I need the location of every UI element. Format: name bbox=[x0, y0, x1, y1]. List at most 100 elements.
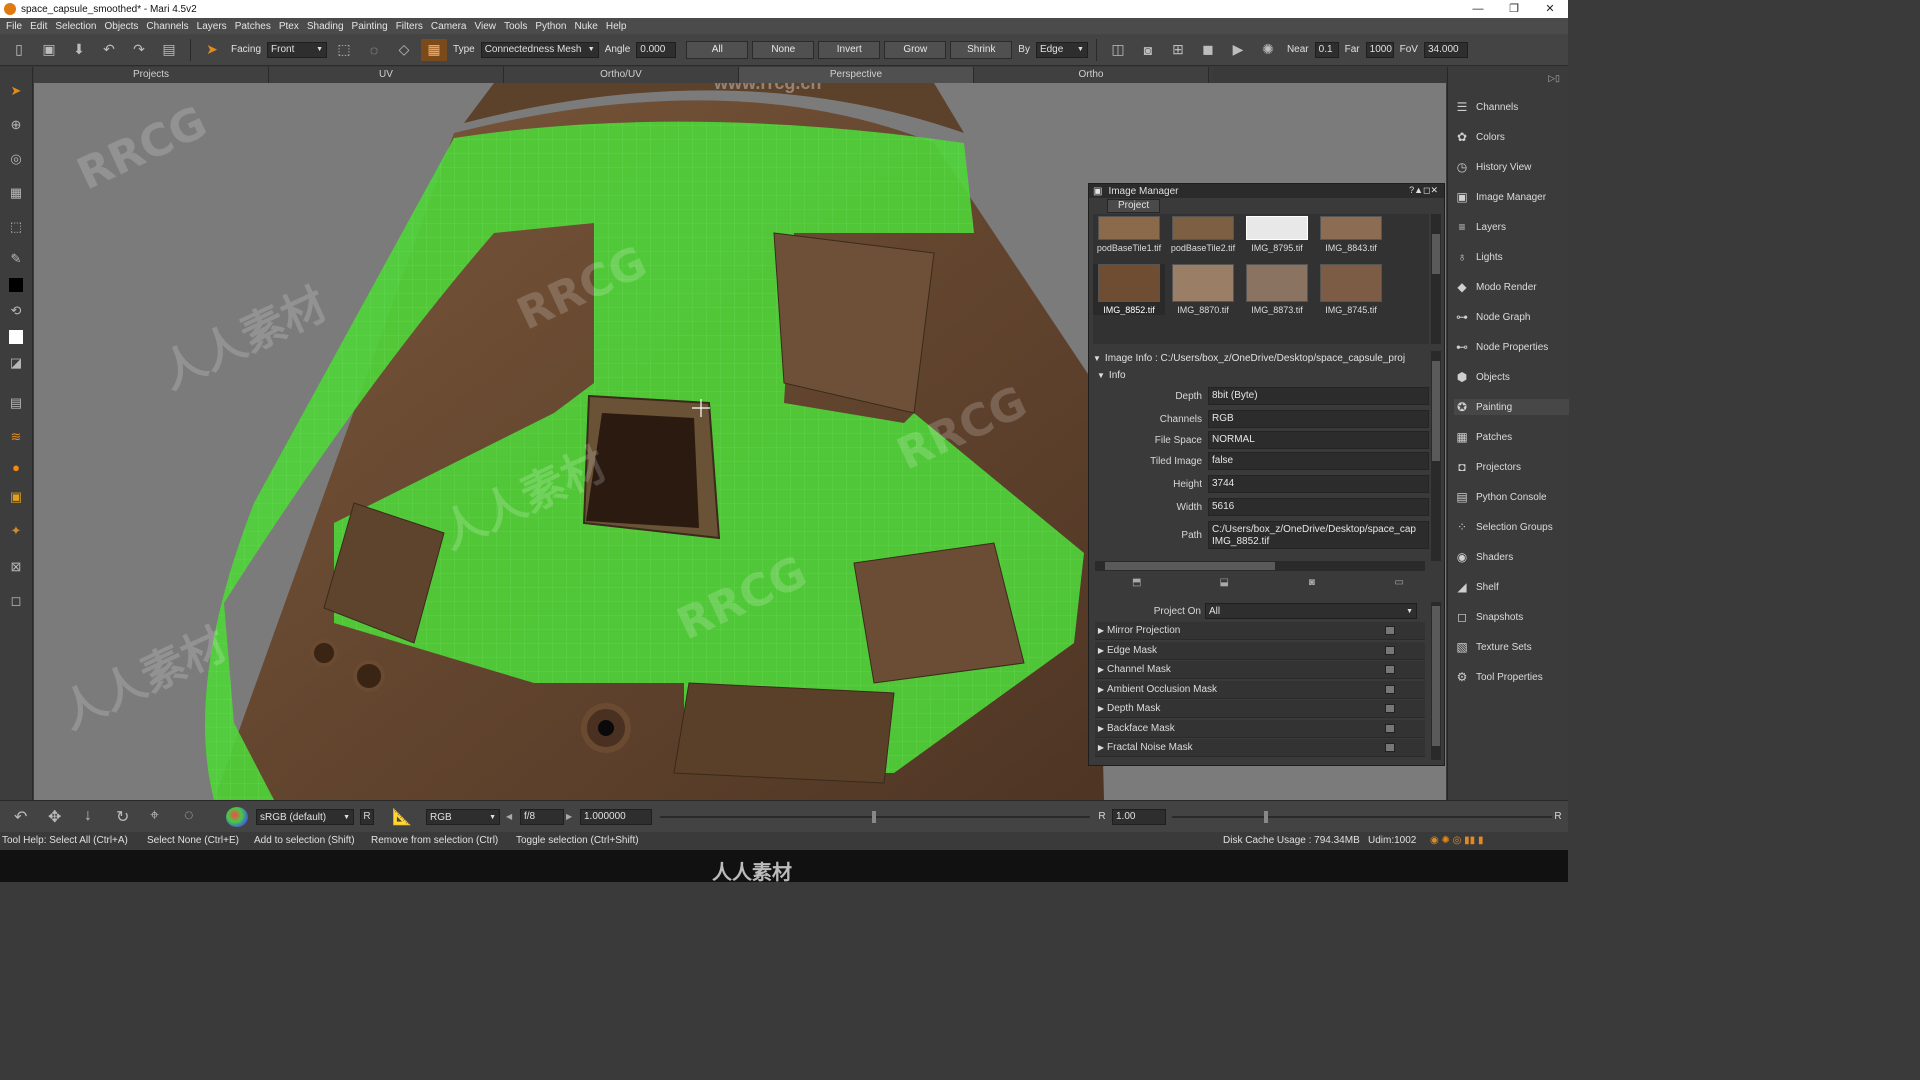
camera-icon[interactable]: ◫ bbox=[1105, 39, 1131, 61]
mask-checkbox[interactable] bbox=[1385, 646, 1395, 655]
mask-checkbox[interactable] bbox=[1385, 626, 1395, 635]
brush-tool-icon[interactable]: ✎ bbox=[6, 249, 26, 269]
cube-icon[interactable]: ◼ bbox=[1195, 39, 1221, 61]
marquee-select-icon[interactable]: ⬚ bbox=[331, 39, 357, 61]
far-field[interactable]: 1000 bbox=[1365, 41, 1394, 58]
down-arrow-icon[interactable]: ↓ bbox=[84, 807, 92, 825]
mask-mirror-projection[interactable]: ▶ Mirror Projection bbox=[1095, 622, 1425, 640]
ruler-icon[interactable]: 📐 bbox=[392, 807, 412, 827]
sidebar-item-layers[interactable]: ≡ Layers bbox=[1454, 219, 1506, 235]
menu-nuke[interactable]: Nuke bbox=[573, 21, 604, 32]
paint-buffer-icon[interactable]: ▤ bbox=[6, 393, 26, 413]
new-icon[interactable]: ▯ bbox=[6, 39, 32, 61]
gamma-field[interactable]: 1.00 bbox=[1112, 809, 1166, 825]
redo-icon[interactable]: ↷ bbox=[126, 39, 152, 61]
facing-dropdown[interactable]: Front ▼ bbox=[267, 41, 328, 58]
move-icon[interactable]: ✥ bbox=[48, 807, 61, 827]
menu-help[interactable]: Help bbox=[604, 21, 633, 32]
menu-file[interactable]: File bbox=[4, 21, 28, 32]
sidebar-item-image-manager[interactable]: ▣ Image Manager bbox=[1454, 189, 1546, 205]
image-info-header[interactable]: ▼ Image Info : C:/Users/box_z/OneDrive/De… bbox=[1093, 351, 1433, 366]
gizmo-icon[interactable]: ⌖ bbox=[150, 807, 159, 825]
project-on-dropdown[interactable]: All ▼ bbox=[1205, 603, 1417, 619]
sidebar-item-tool-properties[interactable]: ⚙ Tool Properties bbox=[1454, 669, 1543, 685]
mesh-select-icon[interactable]: ▦ bbox=[421, 38, 448, 61]
lasso-tool-icon[interactable]: ◎ bbox=[6, 149, 26, 169]
shader-ball-icon[interactable]: ● bbox=[6, 457, 26, 477]
gamma-slider-handle[interactable] bbox=[1264, 811, 1268, 823]
sidebar-item-python-console[interactable]: ▤ Python Console bbox=[1454, 489, 1546, 505]
frame-tool-icon[interactable]: ◻ bbox=[6, 591, 26, 611]
mask-checkbox[interactable] bbox=[1385, 665, 1395, 674]
menu-shading[interactable]: Shading bbox=[305, 21, 350, 32]
sparkle-tool-icon[interactable]: ✦ bbox=[6, 521, 26, 541]
minimize-button[interactable]: — bbox=[1460, 0, 1496, 18]
thumbnail-item[interactable]: podBaseTile2.tif bbox=[1167, 216, 1239, 253]
menu-filters[interactable]: Filters bbox=[394, 21, 429, 32]
sidebar-item-node-graph[interactable]: ⊶ Node Graph bbox=[1454, 309, 1530, 325]
tab-ortho-uv[interactable]: Ortho/UV bbox=[504, 67, 739, 83]
background-color-swatch[interactable] bbox=[6, 327, 26, 347]
box-tool-icon[interactable]: ⊠ bbox=[6, 557, 26, 577]
archive-icon[interactable]: ▤ bbox=[156, 39, 182, 61]
info-scrollbar[interactable] bbox=[1431, 351, 1441, 561]
undo-icon[interactable]: ↶ bbox=[96, 39, 122, 61]
fstop-increase-icon[interactable]: ▶ bbox=[566, 809, 578, 825]
colorspace-dropdown[interactable]: sRGB (default) ▼ bbox=[256, 809, 354, 825]
menu-edit[interactable]: Edit bbox=[28, 21, 53, 32]
gamma-r-toggle[interactable]: R bbox=[1552, 809, 1564, 825]
menu-objects[interactable]: Objects bbox=[103, 21, 145, 32]
menu-camera[interactable]: Camera bbox=[429, 21, 473, 32]
tab-uv[interactable]: UV bbox=[269, 67, 504, 83]
light-icon[interactable]: ✺ bbox=[1255, 39, 1281, 61]
sidebar-item-patches[interactable]: ▦ Patches bbox=[1454, 429, 1512, 445]
panel-controls-icon[interactable]: ?▲◻✕ bbox=[1409, 185, 1438, 196]
thumbnail-item[interactable]: podBaseTile1.tif bbox=[1093, 216, 1165, 253]
projection-tool-icon[interactable]: ▣ bbox=[6, 487, 26, 507]
sidebar-item-objects[interactable]: ⬢ Objects bbox=[1454, 369, 1510, 385]
info-hscrollbar[interactable] bbox=[1095, 561, 1425, 571]
undo-icon[interactable]: ↶ bbox=[14, 807, 27, 827]
by-dropdown[interactable]: Edge ▼ bbox=[1035, 41, 1088, 58]
mask-channel[interactable]: ▶ Channel Mask bbox=[1095, 661, 1425, 679]
raw-toggle-button[interactable]: R bbox=[360, 809, 374, 825]
menu-layers[interactable]: Layers bbox=[195, 21, 233, 32]
info-group-header[interactable]: ▼ Info bbox=[1097, 368, 1437, 383]
near-field[interactable]: 0.1 bbox=[1314, 41, 1339, 58]
mask-backface[interactable]: ▶ Backface Mask bbox=[1095, 720, 1425, 738]
frame-icon[interactable]: ⊞ bbox=[1165, 39, 1191, 61]
menu-tools[interactable]: Tools bbox=[502, 21, 533, 32]
mask-fractal-noise[interactable]: ▶ Fractal Noise Mask bbox=[1095, 739, 1425, 757]
mask-checkbox[interactable] bbox=[1385, 743, 1395, 752]
status-icons[interactable]: ◉ ✺ ◎ ▮▮ ▮ bbox=[1430, 835, 1483, 846]
sidebar-item-selection-groups[interactable]: ⁘ Selection Groups bbox=[1454, 519, 1553, 535]
select-none-button[interactable]: None bbox=[752, 40, 815, 59]
select-all-button[interactable]: All bbox=[686, 40, 749, 59]
sidebar-item-channels[interactable]: ☰ Channels bbox=[1454, 99, 1519, 115]
save-icon[interactable]: ⬇ bbox=[66, 39, 92, 61]
sidebar-item-history-view[interactable]: ◷ History View bbox=[1454, 159, 1532, 175]
gamma-reset-button[interactable]: R bbox=[1096, 809, 1108, 825]
shrink-button[interactable]: Shrink bbox=[950, 40, 1013, 59]
tab-projects[interactable]: Projects bbox=[34, 67, 269, 83]
exposure-field[interactable]: 1.000000 bbox=[580, 809, 652, 825]
sidebar-controls-icon[interactable]: ▷▯ bbox=[1548, 73, 1560, 84]
thumbnail-item[interactable]: IMG_8870.tif bbox=[1167, 264, 1239, 315]
sidebar-item-projectors[interactable]: ◘ Projectors bbox=[1454, 459, 1521, 475]
dotted-circle-icon[interactable]: ◌ bbox=[184, 807, 194, 825]
channel-dropdown[interactable]: RGB ▼ bbox=[426, 809, 500, 825]
thumbnail-item[interactable]: IMG_8745.tif bbox=[1315, 264, 1387, 315]
marquee-tool-icon[interactable]: ⬚ bbox=[6, 217, 26, 237]
mask-checkbox[interactable] bbox=[1385, 685, 1395, 694]
exposure-slider[interactable] bbox=[660, 811, 1090, 823]
angle-field[interactable]: 0.000 bbox=[636, 41, 677, 58]
menu-python[interactable]: Python bbox=[533, 21, 572, 32]
camera-capture-icon[interactable]: ◙ bbox=[1268, 577, 1356, 595]
polygon-select-icon[interactable]: ◇ bbox=[391, 39, 417, 61]
sidebar-item-shaders[interactable]: ◉ Shaders bbox=[1454, 549, 1514, 565]
sidebar-item-painting[interactable]: ✪ Painting bbox=[1454, 399, 1569, 415]
menu-ptex[interactable]: Ptex bbox=[277, 21, 305, 32]
invert-button[interactable]: Invert bbox=[818, 40, 881, 59]
grow-button[interactable]: Grow bbox=[884, 40, 947, 59]
delete-image-icon[interactable]: ▭ bbox=[1356, 577, 1444, 595]
